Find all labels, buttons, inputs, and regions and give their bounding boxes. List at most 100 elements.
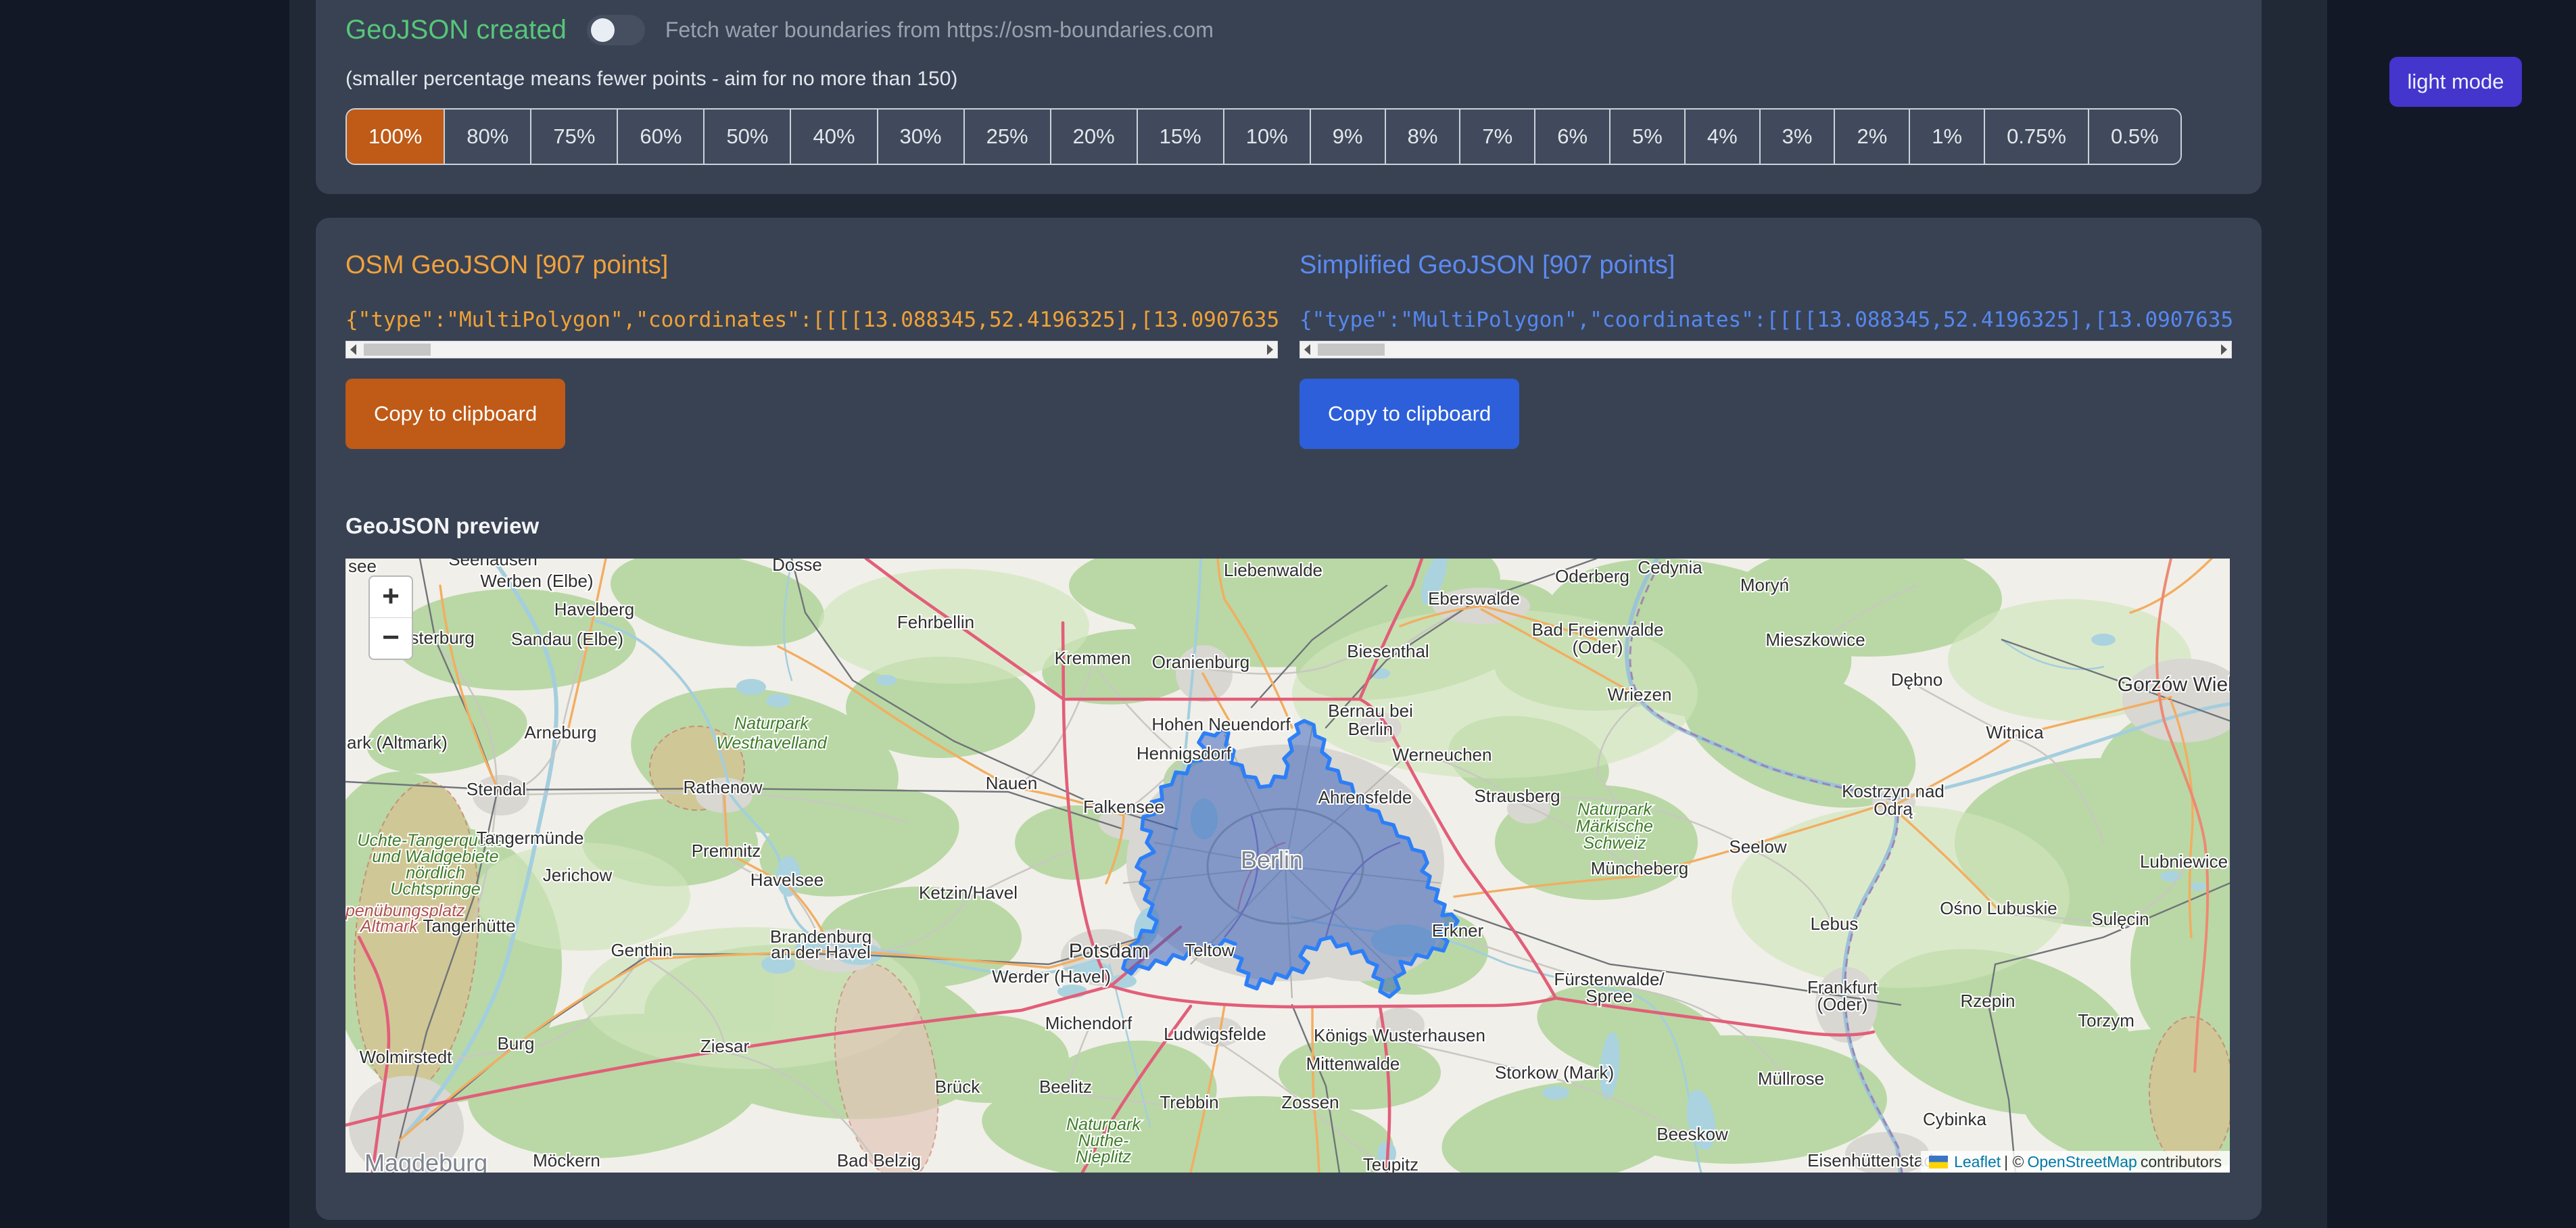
map-label: Seelow (1729, 836, 1786, 857)
map-label: Biesenthal (1347, 641, 1429, 661)
map-label: Bad Belzig (837, 1150, 921, 1171)
map-label: an der Havel (771, 942, 870, 962)
map-label: Hennigsdorf (1137, 743, 1232, 763)
percent-button-7[interactable]: 7% (1460, 110, 1535, 164)
map-label: Oderberg (1555, 566, 1629, 586)
status-text: GeoJSON created (345, 15, 567, 45)
water-boundaries-toggle[interactable] (587, 15, 645, 45)
map-label: Lebus (1811, 914, 1859, 934)
percent-button-50[interactable]: 50% (705, 110, 791, 164)
light-mode-button[interactable]: light mode (2389, 57, 2522, 107)
map-label: Falkensee (1083, 797, 1164, 817)
map-label: Möckern (533, 1150, 600, 1171)
map-label: Trebbin (1160, 1092, 1218, 1112)
map-label: Stendal (467, 779, 526, 799)
scroll-left-icon[interactable] (350, 344, 356, 355)
map-label: Königs Wusterhausen (1314, 1025, 1485, 1045)
percent-button-6[interactable]: 6% (1535, 110, 1611, 164)
openstreetmap-link[interactable]: OpenStreetMap (2027, 1153, 2137, 1171)
map-label: Sandau (Elbe) (511, 629, 623, 649)
osm-json-scrollbar[interactable] (345, 341, 1278, 358)
map-label: Wolmirstedt (360, 1047, 453, 1067)
percent-button-10[interactable]: 10% (1224, 110, 1311, 164)
content-column: GeoJSON created Fetch water boundaries f… (289, 0, 2327, 1228)
scrollbar-thumb[interactable] (1318, 344, 1385, 356)
percent-button-75[interactable]: 75% (531, 110, 618, 164)
map-label: Nauen (986, 773, 1038, 793)
map-label: Westhavelland (716, 734, 828, 753)
map-label: Rzepin (1961, 991, 2016, 1011)
map-label: Spree (1585, 986, 1632, 1006)
percent-button-0.75[interactable]: 0.75% (1985, 110, 2089, 164)
map-label: Bernau bei (1328, 701, 1413, 721)
map-label: Eberswalde (1428, 588, 1520, 609)
osm-geojson-title: OSM GeoJSON [907 points] (345, 250, 1278, 280)
map-label: Brück (935, 1077, 980, 1097)
map-attribution: Leaflet | © OpenStreetMap contributors (1921, 1151, 2230, 1173)
map-canvas: SeehausenseeWerben (Elbe)DosseHavelbergF… (345, 559, 2230, 1173)
map-label: Michendorf (1045, 1013, 1132, 1033)
percent-button-80[interactable]: 80% (445, 110, 531, 164)
percent-button-2[interactable]: 2% (1835, 110, 1910, 164)
map-label: Märkische (1576, 817, 1653, 836)
status-row: GeoJSON created Fetch water boundaries f… (345, 14, 2262, 46)
map-label: Berlin (1241, 846, 1303, 874)
map-label: Sulęcin (2091, 909, 2149, 929)
percent-button-8[interactable]: 8% (1386, 110, 1461, 164)
map-label: Hohen Neuendorf (1151, 714, 1291, 734)
simplified-json-scrollbar[interactable] (1299, 341, 2232, 358)
map-label: ark (Altmark) (347, 732, 448, 753)
percent-button-30[interactable]: 30% (878, 110, 965, 164)
map-label: (Oder) (1817, 994, 1867, 1014)
simplified-geojson-title: Simplified GeoJSON [907 points] (1299, 250, 2232, 280)
map-label: Storkow (Mark) (1495, 1062, 1614, 1083)
app: GeoJSON created Fetch water boundaries f… (0, 0, 2576, 1228)
percent-button-5[interactable]: 5% (1611, 110, 1686, 164)
scroll-right-icon[interactable] (1267, 344, 1273, 355)
map-label: Mittenwalde (1306, 1054, 1400, 1074)
map-label: Ketzin/Havel (919, 882, 1018, 903)
scrollbar-thumb[interactable] (364, 344, 431, 356)
osm-geojson-text: {"type":"MultiPolygon","coordinates":[[[… (345, 307, 1278, 333)
copy-simplified-geojson-button[interactable]: Copy to clipboard (1299, 379, 1519, 449)
map-label: Havelberg (554, 599, 635, 619)
geojson-card: OSM GeoJSON [907 points] {"type":"MultiP… (316, 218, 2262, 1220)
percent-button-60[interactable]: 60% (618, 110, 705, 164)
percent-button-0.5[interactable]: 0.5% (2089, 110, 2180, 164)
zoom-out-button[interactable]: − (370, 618, 412, 659)
percent-button-9[interactable]: 9% (1311, 110, 1386, 164)
percent-button-15[interactable]: 15% (1138, 110, 1224, 164)
percent-button-4[interactable]: 4% (1686, 110, 1761, 164)
zoom-in-button[interactable]: + (370, 577, 412, 618)
map-label: Gorzów Wielkopolski (2118, 674, 2230, 696)
map-label: Odrą (1874, 799, 1913, 819)
attribution-contributors: contributors (2141, 1153, 2222, 1171)
geojson-preview-map[interactable]: SeehausenseeWerben (Elbe)DosseHavelbergF… (345, 559, 2230, 1173)
map-label: Tangermünde (477, 828, 584, 848)
copy-osm-geojson-button[interactable]: Copy to clipboard (345, 379, 565, 449)
percent-button-3[interactable]: 3% (1761, 110, 1836, 164)
scroll-left-icon[interactable] (1304, 344, 1310, 355)
percent-button-20[interactable]: 20% (1051, 110, 1138, 164)
map-label: Beeskow (1656, 1124, 1728, 1144)
map-label: Teupitz (1363, 1154, 1418, 1173)
map-label: Liebenwalde (1224, 560, 1322, 580)
percent-button-25[interactable]: 25% (965, 110, 1051, 164)
scroll-right-icon[interactable] (2221, 344, 2227, 355)
toggle-label: Fetch water boundaries from https://osm-… (665, 18, 1214, 43)
map-label: Naturpark (1577, 800, 1652, 819)
map-label: Tangerhütte (423, 916, 515, 936)
leaflet-link[interactable]: Leaflet (1954, 1153, 2001, 1171)
map-label: Torzym (2078, 1010, 2134, 1031)
map-label: Oranienburg (1152, 652, 1250, 672)
map-label: Cedynia (1638, 559, 1702, 577)
percentage-note: (smaller percentage means fewer points -… (345, 69, 2262, 89)
map-label: Kremmen (1055, 648, 1131, 668)
map-label: Ziesar (700, 1036, 750, 1056)
percent-button-40[interactable]: 40% (791, 110, 878, 164)
map-label: Seehausen (448, 559, 538, 569)
map-label: Rathenow (683, 777, 762, 797)
percent-button-100[interactable]: 100% (347, 110, 445, 164)
toggle-knob-icon (591, 18, 615, 42)
percent-button-1[interactable]: 1% (1910, 110, 1985, 164)
